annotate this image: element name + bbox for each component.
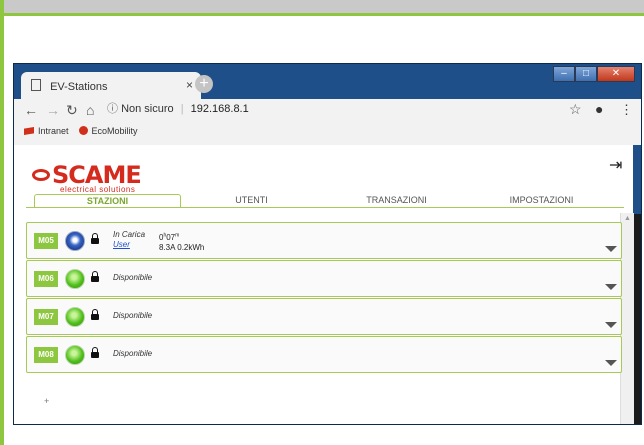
scame-logo: SCAME electrical solutions: [32, 161, 142, 194]
tab-utenti[interactable]: UTENTI: [179, 194, 324, 206]
station-row[interactable]: M07 Disponibile: [26, 298, 622, 335]
station-id-badge: M05: [34, 233, 58, 249]
add-station-button[interactable]: +: [44, 396, 49, 406]
station-row[interactable]: M05 In Carica User 0h07m 8.3A 0.2kWh: [26, 222, 622, 259]
tabs-underline: [26, 207, 624, 208]
bookmark-ecomobility[interactable]: EcoMobility: [78, 126, 138, 136]
reload-icon[interactable]: ↻: [66, 102, 78, 119]
expand-chevron-icon[interactable]: [605, 246, 617, 252]
station-row[interactable]: M06 Disponibile: [26, 260, 622, 297]
main-tabs: STAZIONI UTENTI TRANSAZIONI IMPOSTAZIONI: [34, 194, 617, 208]
info-icon[interactable]: ⓘ: [107, 103, 118, 115]
tab-impostazioni[interactable]: IMPOSTAZIONI: [469, 194, 614, 206]
address-text[interactable]: 192.168.8.1: [191, 103, 249, 115]
logo-tagline: electrical solutions: [60, 185, 136, 194]
page-icon: [31, 79, 41, 91]
station-id-badge: M06: [34, 271, 58, 287]
session-duration: 0h07m: [159, 232, 180, 242]
session-reading: 8.3A 0.2kWh: [159, 242, 205, 252]
session-meta: 0h07m 8.3A 0.2kWh: [159, 230, 204, 253]
bookmark-intranet[interactable]: Intranet: [24, 126, 69, 136]
lock-icon[interactable]: [91, 271, 99, 282]
window-controls: – □ ✕: [553, 66, 635, 82]
new-tab-button[interactable]: +: [195, 75, 213, 93]
lock-icon[interactable]: [91, 347, 99, 358]
tab-stazioni[interactable]: STAZIONI: [34, 194, 181, 207]
expand-chevron-icon[interactable]: [605, 322, 617, 328]
station-user-link[interactable]: User: [113, 240, 130, 249]
bookmark-star-icon[interactable]: ☆: [569, 101, 582, 118]
station-status: Disponibile: [113, 273, 153, 282]
address-bar[interactable]: ⓘ Non sicuro | 192.168.8.1: [107, 101, 249, 117]
page-content: SCAME electrical solutions ⇥ STAZIONI UT…: [14, 145, 634, 424]
leaf-icon: [78, 126, 88, 135]
minimize-button[interactable]: –: [553, 66, 575, 82]
tab-close-icon[interactable]: ×: [186, 78, 193, 92]
close-window-button[interactable]: ✕: [597, 66, 635, 82]
screen-left-border: [0, 0, 4, 445]
status-text: In Carica: [113, 230, 146, 239]
browser-window: EV-Stations × + – □ ✕ ← → ↻ ⌂ ⓘ Non sicu…: [13, 63, 642, 425]
home-icon[interactable]: ⌂: [86, 102, 94, 118]
maximize-button[interactable]: □: [575, 66, 597, 82]
station-id-badge: M08: [34, 347, 58, 363]
forward-icon[interactable]: →: [46, 102, 60, 118]
bookmarks-bar: Intranet EcoMobility: [24, 126, 138, 136]
bookmark-label: EcoMobility: [91, 126, 138, 136]
logout-icon[interactable]: ⇥: [609, 155, 622, 175]
window-shadow: [633, 214, 641, 424]
account-icon[interactable]: ●: [595, 101, 603, 117]
flag-icon: [24, 127, 34, 135]
menu-icon[interactable]: ⋮: [620, 102, 633, 118]
station-status: Disponibile: [113, 311, 153, 320]
browser-tab[interactable]: EV-Stations ×: [21, 72, 201, 100]
available-led-icon: [65, 345, 85, 365]
expand-chevron-icon[interactable]: [605, 284, 617, 290]
security-label: Non sicuro: [121, 103, 174, 115]
screen-top-bar: [0, 0, 644, 16]
browser-toolbar: ← → ↻ ⌂ ⓘ Non sicuro | 192.168.8.1 ☆ ● ⋮…: [14, 99, 641, 145]
address-separator: |: [180, 103, 184, 115]
scrollbar[interactable]: ▲: [620, 213, 634, 424]
charging-led-icon: [65, 231, 85, 251]
scroll-up-icon[interactable]: ▲: [621, 215, 634, 222]
tab-transazioni[interactable]: TRANSAZIONI: [324, 194, 469, 206]
logo-mark-icon: [32, 169, 50, 181]
bookmark-label: Intranet: [38, 126, 69, 136]
lock-icon[interactable]: [91, 233, 99, 244]
available-led-icon: [65, 269, 85, 289]
available-led-icon: [65, 307, 85, 327]
station-status: In Carica User: [113, 230, 145, 250]
expand-chevron-icon[interactable]: [605, 360, 617, 366]
back-icon[interactable]: ←: [24, 102, 38, 118]
station-row[interactable]: M08 Disponibile: [26, 336, 622, 373]
lock-icon[interactable]: [91, 309, 99, 320]
station-id-badge: M07: [34, 309, 58, 325]
tab-title: EV-Stations: [50, 81, 108, 93]
station-status: Disponibile: [113, 349, 153, 358]
